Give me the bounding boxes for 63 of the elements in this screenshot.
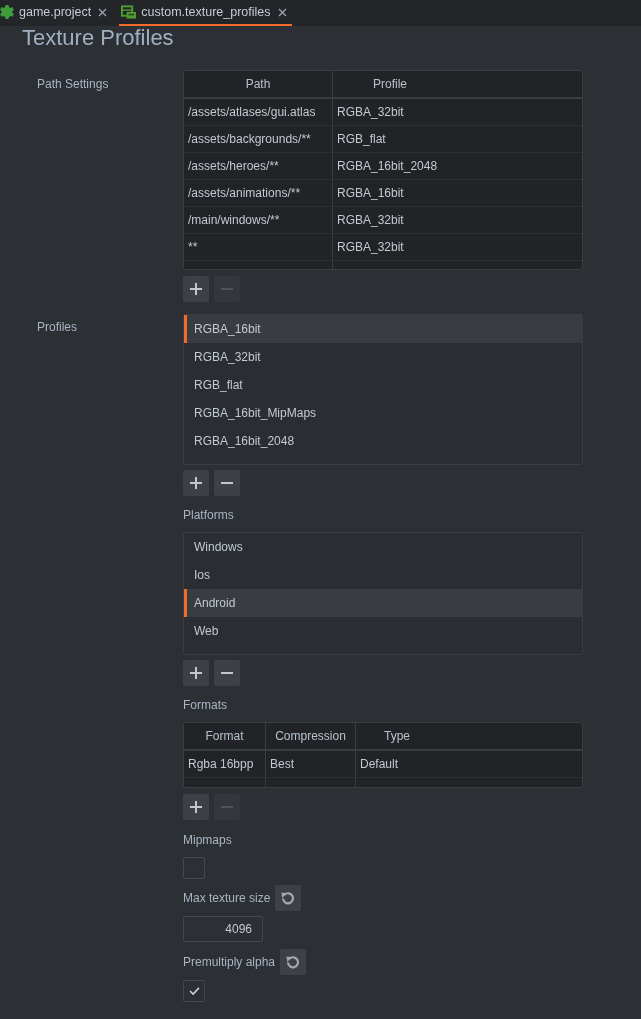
minus-icon (221, 482, 233, 484)
list-item[interactable]: RGBA_32bit (184, 343, 582, 371)
table-cell: Best (266, 751, 356, 777)
table-icon (121, 5, 137, 19)
field-label: Formats (183, 697, 227, 714)
add-button[interactable] (183, 794, 209, 820)
table-cell: /assets/animations/** (184, 180, 333, 206)
table-cell-text: RGBA_32bit (336, 239, 405, 256)
column-header[interactable]: Profile (333, 71, 582, 97)
column-header[interactable]: Path (184, 71, 333, 97)
close-icon[interactable] (98, 7, 108, 17)
table-cell-text: RGBA_32bit (336, 104, 405, 121)
editor-tab[interactable]: custom.texture_profiles (119, 0, 292, 26)
list-item[interactable]: RGBA_16bit_2048 (184, 427, 582, 455)
list-item[interactable]: Android (184, 589, 582, 617)
list-item[interactable]: RGB_flat (184, 371, 582, 399)
table-cell-text: RGBA_32bit (336, 212, 405, 229)
close-icon[interactable] (277, 7, 287, 17)
table-cell: /assets/backgrounds/** (184, 126, 333, 152)
list-item[interactable]: Windows (184, 533, 582, 561)
remove-button[interactable] (214, 660, 240, 686)
plus-icon (190, 477, 202, 489)
table-cell-text: RGBA_16bit (336, 185, 405, 202)
table-cell: /assets/heroes/** (184, 153, 333, 179)
check-icon (188, 987, 200, 995)
checkbox[interactable] (183, 980, 205, 1002)
plus-icon (190, 283, 202, 295)
table-cell-text: RGB_flat (336, 131, 387, 148)
table-cell: /main/windows/** (184, 207, 333, 233)
circular-arrow-icon (280, 890, 297, 906)
checkbox[interactable] (183, 857, 205, 879)
field-label: Path Settings (36, 76, 110, 93)
list-item[interactable]: Web (184, 617, 582, 645)
circular-arrow-icon (285, 954, 302, 970)
reset-button[interactable] (275, 885, 302, 911)
table-cell-text: RGBA_16bit_2048 (336, 158, 439, 175)
list-item[interactable]: RGBA_16bit (184, 315, 582, 343)
field-label: Max texture size (183, 891, 271, 905)
number-field[interactable]: 4096 (183, 916, 263, 942)
minus-icon (221, 672, 233, 674)
table-cell: /assets/atlases/gui.atlas (184, 99, 333, 125)
plus-icon (190, 801, 202, 813)
editor-tab[interactable]: game.project (0, 0, 113, 26)
table-cell: ** (184, 234, 333, 260)
remove-button[interactable] (214, 470, 240, 496)
field-label: Profiles (36, 319, 78, 336)
add-button[interactable] (183, 470, 209, 496)
list-item[interactable]: Ios (184, 561, 582, 589)
column-header[interactable]: Format (184, 723, 266, 749)
field-label: Platforms (183, 507, 234, 524)
page-title: Texture Profiles (21, 25, 175, 51)
add-button[interactable] (183, 660, 209, 686)
reset-button[interactable] (280, 949, 307, 975)
table-cell-text: Default (359, 756, 400, 773)
add-button[interactable] (183, 276, 209, 302)
field-label: Premultiply alpha (183, 955, 276, 969)
table-cell: Rgba 16bpp (184, 751, 266, 777)
column-header[interactable]: Compression (266, 723, 356, 749)
field-label: Mipmaps (183, 832, 232, 849)
column-header[interactable]: Type (356, 723, 582, 749)
list-item[interactable]: RGBA_16bit_MipMaps (184, 399, 582, 427)
gear-icon (0, 5, 14, 19)
plus-icon (190, 667, 202, 679)
